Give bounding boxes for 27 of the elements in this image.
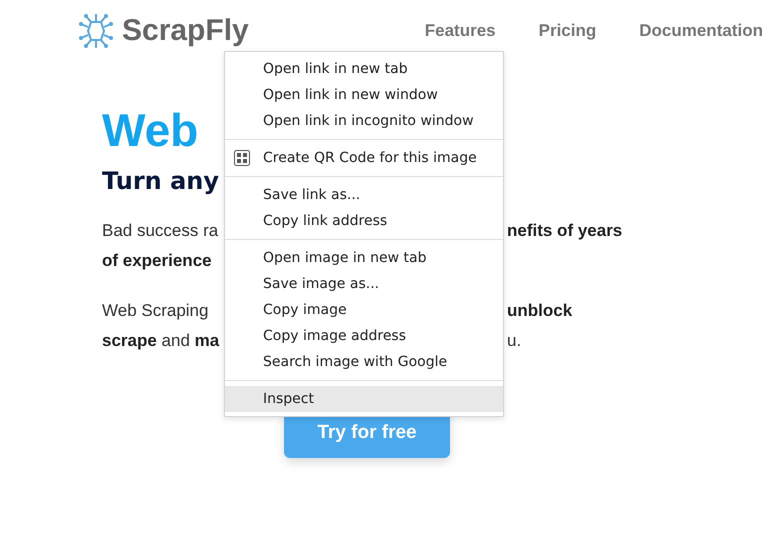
nav-link[interactable]: Documentation [639, 21, 763, 41]
paragraph-text: scrape and ma [102, 331, 220, 350]
qr-code-icon [234, 150, 250, 166]
menu-item[interactable]: Inspect [225, 386, 503, 412]
paragraph-text: unblock [507, 301, 572, 321]
menu-item[interactable]: Save image as... [225, 271, 503, 297]
menu-item[interactable]: Save link as... [225, 182, 503, 208]
menu-item[interactable]: Search image with Google [225, 349, 503, 375]
menu-item[interactable]: Copy image [225, 297, 503, 323]
menu-item[interactable]: Open link in incognito window [225, 108, 503, 134]
hero-title: Web [102, 104, 198, 156]
paragraph-text: nefits of years [507, 221, 622, 241]
paragraph-text: u. [507, 331, 522, 351]
menu-item[interactable]: Open link in new window [225, 82, 503, 108]
hero-subtitle: Turn any [102, 166, 220, 196]
logo-text[interactable]: ScrapFly [122, 14, 249, 48]
paragraph-text: Web Scraping [102, 301, 208, 320]
logo-icon [78, 12, 114, 50]
paragraph-text: Bad success ra [102, 221, 218, 240]
nav-link[interactable]: Features [424, 21, 496, 41]
paragraph-text: of experience [102, 251, 212, 270]
menu-item[interactable]: Open image in new tab [225, 245, 503, 271]
menu-item[interactable]: Copy link address [225, 208, 503, 234]
menu-item[interactable]: Open link in new tab [225, 56, 503, 82]
nav-link[interactable]: Pricing [538, 21, 596, 41]
menu-item[interactable]: Copy image address [225, 323, 503, 349]
menu-item[interactable]: Create QR Code for this image [225, 145, 503, 171]
